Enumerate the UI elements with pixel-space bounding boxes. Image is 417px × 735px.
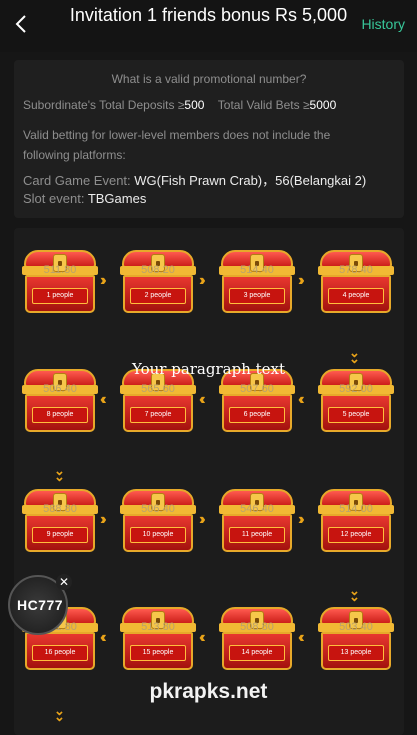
- chest-amount: 506.40: [43, 383, 77, 395]
- double-chevron-icon: ‹‹: [298, 391, 304, 408]
- page-title: Invitation 1 friends bonus Rs 5,000: [69, 5, 348, 25]
- slot-event-value: TBGames: [87, 191, 147, 206]
- card-game-row: Card Game Event: WG(Fish Prawn Crab)，56(…: [23, 170, 366, 189]
- treasure-chest[interactable]: 514.40 3 people: [219, 248, 295, 318]
- chest-people-label: 8 people: [32, 407, 88, 423]
- double-chevron-down-icon: ⌄ ⌄: [54, 703, 65, 724]
- chest-amount: 506.40: [141, 503, 175, 515]
- chest-amount: 508.80: [240, 621, 274, 633]
- chest-people-label: 6 people: [229, 407, 285, 423]
- double-chevron-icon: ››: [199, 272, 205, 289]
- chest-people-label: 7 people: [130, 407, 186, 423]
- note-line-1: Valid betting for lower-level members do…: [23, 128, 331, 142]
- chest-grid: 511.80 1 people 508.20 2 people 514.40 3 peop…: [14, 228, 404, 735]
- chest-amount: 592.00: [339, 383, 373, 395]
- chest-amount: 507.60: [240, 383, 274, 395]
- chest-people-label: 11 people: [229, 527, 285, 543]
- chest-amount: 513.80: [141, 621, 175, 633]
- chest-people-label: 9 people: [32, 527, 88, 543]
- chest-amount: 565.60: [141, 383, 175, 395]
- double-chevron-icon: ››: [100, 272, 106, 289]
- treasure-chest[interactable]: 546.40 11 people: [219, 487, 295, 557]
- double-chevron-icon: ‹‹: [298, 629, 304, 646]
- double-chevron-down-icon: ⌄ ⌄: [349, 583, 360, 604]
- chest-people-label: 16 people: [32, 645, 88, 661]
- treasure-chest[interactable]: 508.20 2 people: [120, 248, 196, 318]
- chest-people-label: 3 people: [229, 288, 285, 304]
- treasure-chest[interactable]: 514.00 12 people: [318, 487, 394, 557]
- chest-amount: 588.80: [43, 503, 77, 515]
- double-chevron-icon: ‹‹: [199, 391, 205, 408]
- double-chevron-icon: ››: [298, 272, 304, 289]
- chest-amount: 514.00: [339, 503, 373, 515]
- chest-amount: 511.80: [43, 264, 77, 276]
- double-chevron-down-icon: ⌄ ⌄: [54, 463, 65, 484]
- chest-people-label: 14 people: [229, 645, 285, 661]
- chest-people-label: 10 people: [130, 527, 186, 543]
- double-chevron-icon: ››: [100, 511, 106, 528]
- treasure-chest[interactable]: 511.80 1 people: [22, 248, 98, 318]
- rules-question: What is a valid promotional number?: [111, 72, 307, 86]
- double-chevron-icon: ››: [298, 511, 304, 528]
- slot-event-label: Slot event:: [23, 191, 88, 206]
- treasure-chest[interactable]: 578.40 4 people: [318, 248, 394, 318]
- double-chevron-icon: ‹‹: [100, 391, 106, 408]
- treasure-chest[interactable]: 503.40 13 people: [318, 605, 394, 675]
- treasure-chest[interactable]: 508.80 14 people: [219, 605, 295, 675]
- double-chevron-icon: ‹‹: [199, 629, 205, 646]
- chevron-left-icon: [15, 15, 26, 33]
- chest-amount: 578.40: [339, 264, 373, 276]
- treasure-chest[interactable]: 588.80 9 people: [22, 487, 98, 557]
- card-game-value: WG(Fish Prawn Crab)，56(Belangkai 2): [134, 173, 367, 188]
- note-line-2: following platforms:: [23, 148, 126, 162]
- deposits-prefix: Subordinate's Total Deposits ≥: [23, 98, 185, 112]
- chest-amount: 508.20: [141, 264, 175, 276]
- requirement-row: Subordinate's Total Deposits ≥500 Total …: [23, 98, 336, 112]
- bets-prefix: Total Valid Bets ≥: [217, 98, 310, 112]
- double-chevron-icon: ››: [199, 511, 205, 528]
- chest-amount: 514.40: [240, 264, 274, 276]
- back-button[interactable]: [10, 10, 32, 38]
- rules-panel: What is a valid promotional number? Subo…: [14, 60, 404, 218]
- history-link[interactable]: History: [361, 16, 405, 32]
- slot-event-row: Slot event: TBGames: [23, 191, 146, 206]
- chest-people-label: 5 people: [328, 407, 384, 423]
- deposits-value: 500: [184, 98, 205, 112]
- chest-people-label: 13 people: [328, 645, 384, 661]
- header: Invitation 1 friends bonus Rs 5,000 Hist…: [0, 0, 417, 52]
- chest-people-label: 4 people: [328, 288, 384, 304]
- treasure-chest[interactable]: 506.40 10 people: [120, 487, 196, 557]
- chest-people-label: 15 people: [130, 645, 186, 661]
- chest-amount: 503.40: [339, 621, 373, 633]
- treasure-chest[interactable]: 513.80 15 people: [120, 605, 196, 675]
- badge-label: HC777: [16, 597, 64, 613]
- bets-value: 5000: [309, 98, 337, 112]
- watermark: pkrapks.net: [149, 680, 268, 703]
- chest-people-label: 12 people: [328, 527, 384, 543]
- card-game-label: Card Game Event:: [23, 173, 135, 188]
- chest-amount: 546.40: [240, 503, 274, 515]
- double-chevron-icon: ‹‹: [100, 629, 106, 646]
- overlay-paragraph: Your paragraph text: [131, 360, 286, 378]
- chest-people-label: 1 people: [32, 288, 88, 304]
- badge-close-icon[interactable]: ✕: [56, 574, 72, 590]
- chest-people-label: 2 people: [130, 288, 186, 304]
